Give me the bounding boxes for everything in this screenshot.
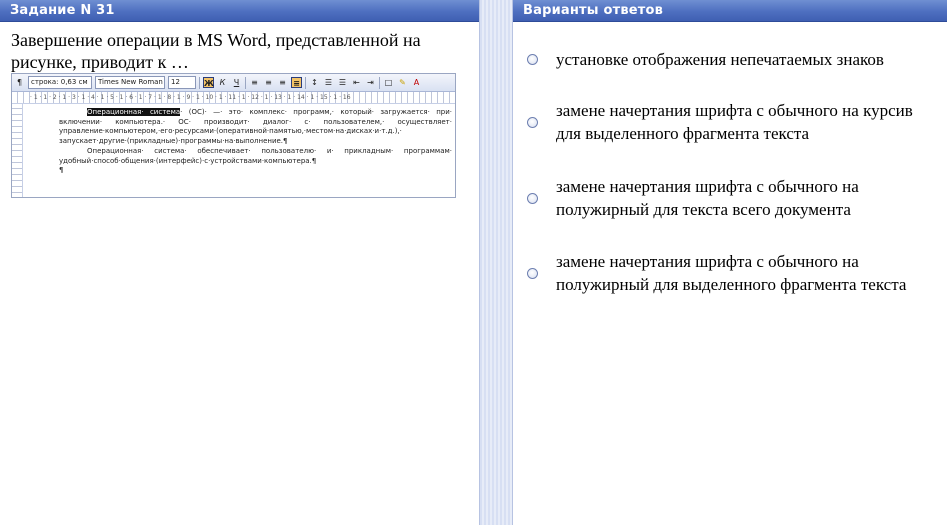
- answer-line: полужирный для текста всего документа: [556, 200, 851, 219]
- word-screenshot: ¶ строка: 0,63 см Times New Roman 12 Ж К…: [11, 73, 456, 198]
- word-bold-button: Ж: [203, 77, 214, 88]
- toolbar-separator: [245, 76, 246, 89]
- answer-line: полужирный для выделенного фрагмента тек…: [556, 275, 907, 294]
- word-underline-button: Ч: [233, 78, 240, 87]
- answer-text: замене начертания шрифта с обычного на п…: [556, 250, 906, 296]
- align-left-icon: ≡: [251, 78, 258, 87]
- question-line-2: рисунке, приводит к …: [11, 52, 189, 72]
- answer-line: для выделенного фрагмента текста: [556, 124, 810, 143]
- selected-text: Операционная· система: [87, 108, 181, 116]
- word-paragraph-2: Операционная· система· обеспечивает· пол…: [59, 147, 452, 166]
- answer-line: замене начертания шрифта с обычного на: [556, 177, 859, 196]
- answers-header: Варианты ответов: [513, 0, 947, 22]
- word-font-box: Times New Roman: [95, 76, 165, 89]
- radio-button[interactable]: [527, 54, 538, 65]
- answer-option-4[interactable]: замене начертания шрифта с обычного на п…: [527, 250, 947, 296]
- align-right-icon: ≡: [279, 78, 286, 87]
- answer-line: установке отображения непечатаемых знако…: [556, 50, 884, 69]
- word-document-area: Операционная· система· (ОС)· —· это· ком…: [12, 104, 455, 197]
- answer-text: установке отображения непечатаемых знако…: [556, 48, 884, 71]
- radio-button[interactable]: [527, 192, 538, 204]
- task-header: Задание N 31: [0, 0, 479, 22]
- word-paragraph-2-text: Операционная· система· обеспечивает· пол…: [59, 146, 452, 165]
- border-icon: □: [384, 78, 393, 87]
- decrease-indent-icon: ⇤: [353, 78, 360, 87]
- word-vertical-ruler: [12, 104, 23, 197]
- align-center-icon: ≡: [265, 78, 272, 87]
- radio-button[interactable]: [527, 116, 538, 128]
- answer-option-1[interactable]: установке отображения непечатаемых знако…: [527, 48, 947, 71]
- font-color-icon: A: [413, 78, 420, 87]
- question-line-1: Завершение операции в MS Word, представл…: [11, 30, 421, 50]
- word-paragraph-1: Операционная· система· (ОС)· —· это· ком…: [59, 108, 452, 147]
- word-page-text: Операционная· система· (ОС)· —· это· ком…: [59, 108, 452, 176]
- highlight-icon: ✎: [399, 78, 406, 87]
- word-toolbar: ¶ строка: 0,63 см Times New Roman 12 Ж К…: [12, 74, 455, 92]
- toolbar-separator: [199, 76, 200, 89]
- answer-option-3[interactable]: замене начертания шрифта с обычного на п…: [527, 175, 947, 221]
- radio-button[interactable]: [527, 267, 538, 279]
- justify-icon: ≡: [291, 77, 302, 88]
- line-spacing-icon: ↕: [311, 78, 318, 87]
- word-ruler: · 1 · 1 · 2 · 1 · 3 · 1 · 4 · 1 · 5 · 1 …: [12, 92, 455, 104]
- bullets-icon: ☰: [338, 78, 347, 87]
- word-paragraph-3: ¶: [59, 166, 64, 175]
- increase-indent-icon: ⇥: [367, 78, 374, 87]
- answer-line: замене начертания шрифта с обычного на: [556, 252, 859, 271]
- answer-text: замене начертания шрифта с обычного на п…: [556, 175, 859, 221]
- numbering-icon: ☰: [324, 78, 333, 87]
- answer-line: замене начертания шрифта с обычного на к…: [556, 101, 913, 120]
- panel-divider: [479, 0, 513, 525]
- answer-text: замене начертания шрифта с обычного на к…: [556, 99, 913, 145]
- word-size-box: 12: [168, 76, 196, 89]
- word-italic-button: К: [219, 78, 226, 87]
- toolbar-separator: [379, 76, 380, 89]
- word-style-icon: ¶: [16, 78, 23, 87]
- answer-option-2[interactable]: замене начертания шрифта с обычного на к…: [527, 99, 947, 145]
- word-style-box: строка: 0,63 см: [28, 76, 92, 89]
- toolbar-separator: [305, 76, 306, 89]
- question-text: Завершение операции в MS Word, представл…: [11, 29, 471, 73]
